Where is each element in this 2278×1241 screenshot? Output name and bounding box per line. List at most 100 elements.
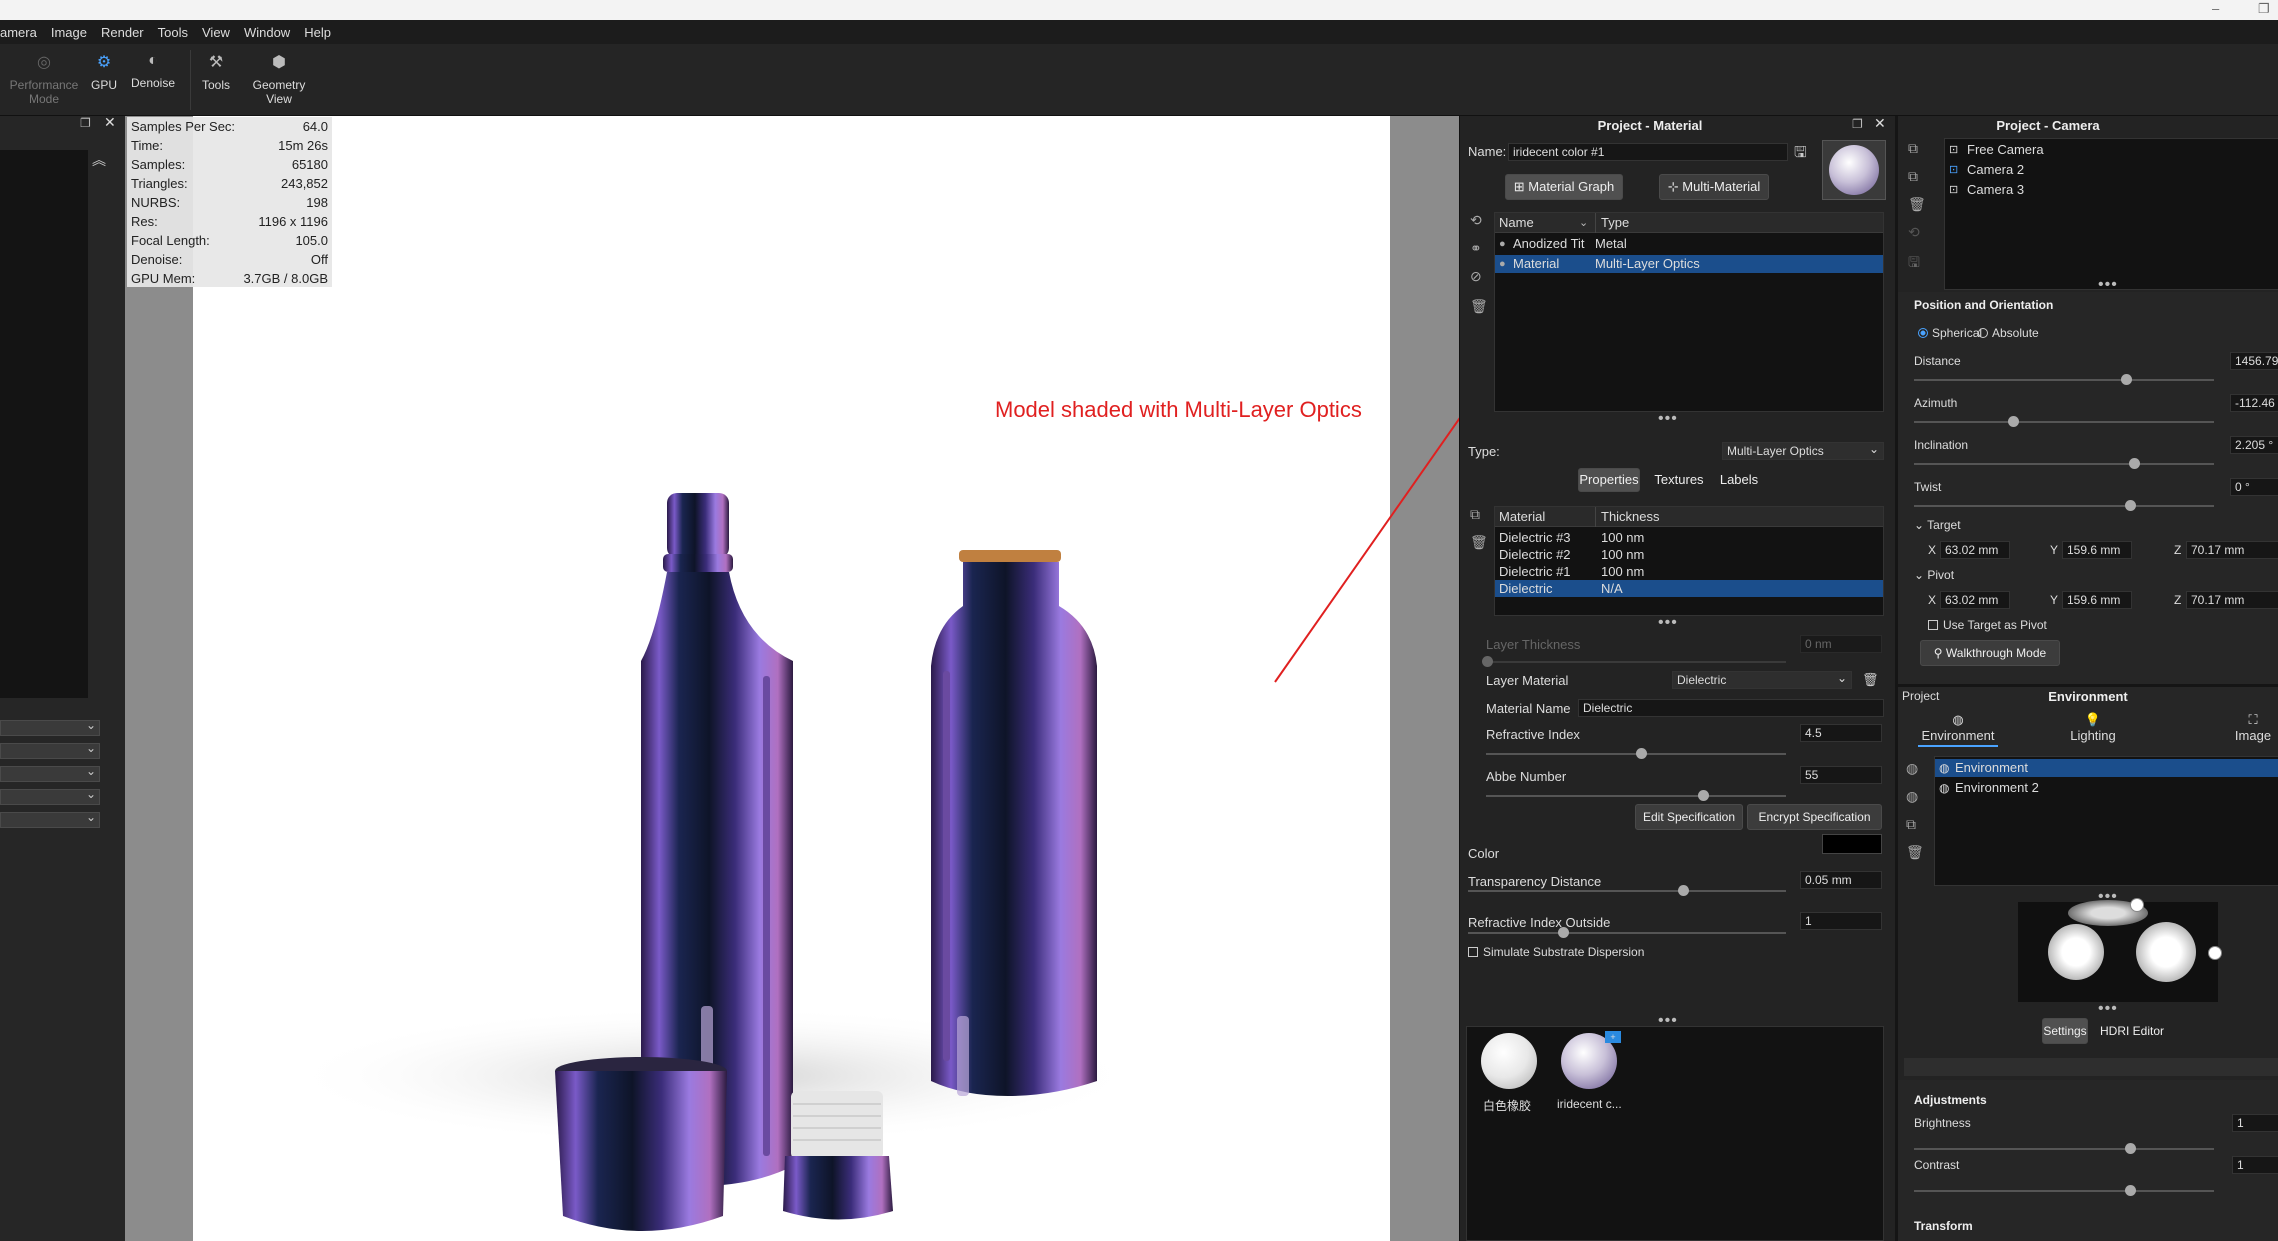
- slider-knob[interactable]: [2129, 458, 2140, 469]
- more-dots-icon[interactable]: •••: [2098, 277, 2118, 293]
- tab-image[interactable]: ⛶ Image: [2218, 712, 2278, 743]
- delete-camera-icon[interactable]: 🗑: [1908, 196, 1926, 213]
- layer-thickness-input[interactable]: 0 nm: [1800, 635, 1882, 653]
- menu-image[interactable]: Image: [51, 25, 87, 40]
- walkthrough-mode-button[interactable]: ⚲ Walkthrough Mode: [1920, 640, 2060, 666]
- refractive-index-outside-input[interactable]: 1: [1800, 912, 1882, 930]
- multi-material-button[interactable]: ⊹ Multi-Material: [1659, 174, 1769, 200]
- add-camera-icon[interactable]: ⧉: [1908, 140, 1918, 157]
- edit-specification-button[interactable]: Edit Specification: [1635, 804, 1743, 830]
- pivot-y-input[interactable]: 159.6 mm: [2062, 591, 2132, 609]
- geometry-view-button[interactable]: ⬢ Geometry View: [244, 48, 314, 106]
- restore-icon[interactable]: ❐: [2258, 1, 2270, 17]
- left-dropdown-3[interactable]: [0, 764, 100, 782]
- float-icon[interactable]: ❐: [80, 116, 91, 130]
- pivot-x-input[interactable]: 63.02 mm: [1940, 591, 2010, 609]
- more-dots-icon[interactable]: •••: [1658, 411, 1678, 427]
- twist-slider[interactable]: [1914, 500, 2214, 511]
- slider-knob[interactable]: [2008, 416, 2019, 427]
- slider-knob[interactable]: [1558, 927, 1569, 938]
- close-icon[interactable]: ✕: [1874, 115, 1886, 132]
- layer-material-dropdown[interactable]: Dielectric ⌄: [1672, 671, 1852, 689]
- more-dots-icon[interactable]: •••: [1658, 615, 1678, 631]
- copy-environment-icon[interactable]: ⧉: [1906, 816, 1916, 833]
- tab-textures[interactable]: Textures: [1650, 468, 1708, 492]
- left-dropdown-5[interactable]: [0, 810, 100, 828]
- menu-camera[interactable]: amera: [0, 25, 37, 40]
- type-dropdown[interactable]: Multi-Layer Optics ⌄: [1722, 442, 1884, 460]
- denoise-button[interactable]: ◐ Denoise: [126, 48, 180, 90]
- close-icon[interactable]: ✕: [104, 114, 116, 131]
- hdri-handle[interactable]: [2208, 946, 2222, 960]
- layer-material-name-input[interactable]: Dielectric: [1578, 699, 1884, 717]
- slider-knob[interactable]: [1636, 748, 1647, 759]
- minimize-icon[interactable]: –: [2212, 1, 2219, 16]
- material-graph-button[interactable]: ⊞ Material Graph: [1505, 174, 1623, 200]
- azimuth-slider[interactable]: [1914, 416, 2214, 427]
- abbe-number-slider[interactable]: [1486, 790, 1786, 801]
- tab-properties[interactable]: Properties: [1578, 468, 1640, 492]
- brightness-slider[interactable]: [1914, 1143, 2214, 1154]
- distance-slider[interactable]: [1914, 374, 2214, 385]
- tools-button[interactable]: ⚒ Tools: [196, 48, 236, 92]
- menu-tools[interactable]: Tools: [158, 25, 188, 40]
- layer-row-selected[interactable]: Dielectric N/A: [1495, 580, 1883, 597]
- environment-row-selected[interactable]: ◍ Environment: [1935, 759, 2278, 777]
- camera-row[interactable]: ⊡ Camera 3: [1945, 181, 2278, 199]
- pivot-toggle[interactable]: ⌄ Pivot: [1914, 568, 1954, 582]
- name-column-header[interactable]: Name: [1499, 213, 1534, 233]
- more-dots-icon[interactable]: •••: [2098, 1001, 2118, 1017]
- more-dots-icon[interactable]: •••: [1658, 1013, 1678, 1029]
- apply-material-icon[interactable]: ⟲: [1470, 212, 1482, 229]
- type-column-header[interactable]: Type: [1601, 213, 1629, 233]
- white-rubber-swatch[interactable]: [1481, 1033, 1537, 1089]
- material-name-input[interactable]: iridecent color #1: [1508, 143, 1788, 161]
- delete-icon[interactable]: 🗑: [1862, 672, 1879, 688]
- delete-material-icon[interactable]: 🗑: [1470, 298, 1488, 315]
- slider-knob[interactable]: [2125, 500, 2136, 511]
- slider-knob[interactable]: [2121, 374, 2132, 385]
- hdri-handle[interactable]: [2130, 898, 2144, 912]
- link-material-icon[interactable]: ⚭: [1470, 240, 1482, 257]
- delete-layer-icon[interactable]: 🗑: [1470, 534, 1488, 551]
- hdri-preview[interactable]: [2018, 898, 2222, 1002]
- simulate-dispersion-checkbox[interactable]: Simulate Substrate Dispersion: [1468, 945, 1644, 959]
- add-environment-icon[interactable]: ◍: [1906, 760, 1918, 777]
- hdri-editor-tab[interactable]: HDRI Editor: [2094, 1018, 2170, 1044]
- layer-row[interactable]: Dielectric #2 100 nm: [1495, 546, 1883, 563]
- material-row[interactable]: ● Anodized Tit Metal: [1495, 235, 1883, 253]
- slider-knob[interactable]: [1698, 790, 1709, 801]
- inclination-input[interactable]: 2.205 °: [2230, 436, 2278, 454]
- layer-thickness-slider[interactable]: [1482, 656, 1786, 667]
- azimuth-input[interactable]: -112.46: [2230, 394, 2278, 412]
- target-z-input[interactable]: 70.17 mm: [2186, 541, 2278, 559]
- delete-environment-icon[interactable]: 🗑: [1906, 844, 1924, 861]
- abbe-number-input[interactable]: 55: [1800, 766, 1882, 784]
- add-layer-icon[interactable]: ⧉: [1470, 506, 1480, 523]
- brightness-input[interactable]: 1: [2232, 1114, 2278, 1132]
- thickness-column-header[interactable]: Thickness: [1601, 507, 1660, 527]
- material-column-header[interactable]: Material: [1499, 507, 1545, 527]
- menu-view[interactable]: View: [202, 25, 230, 40]
- camera-row[interactable]: ⊡ Camera 2: [1945, 161, 2278, 179]
- inclination-slider[interactable]: [1914, 458, 2214, 469]
- save-icon[interactable]: 🖫: [1794, 142, 1807, 167]
- left-dropdown-1[interactable]: [0, 718, 100, 736]
- layer-row[interactable]: Dielectric #1 100 nm: [1495, 563, 1883, 580]
- spherical-radio[interactable]: Spherical: [1918, 326, 1982, 340]
- material-preview-thumbnail[interactable]: [1822, 140, 1886, 200]
- absolute-radio[interactable]: Absolute: [1978, 326, 2039, 340]
- contrast-input[interactable]: 1: [2232, 1156, 2278, 1174]
- camera-row[interactable]: ⊡ Free Camera: [1945, 141, 2278, 159]
- color-swatch[interactable]: [1822, 834, 1882, 854]
- twist-input[interactable]: 0 °: [2230, 478, 2278, 496]
- target-x-input[interactable]: 63.02 mm: [1940, 541, 2010, 559]
- transparency-distance-slider[interactable]: [1468, 885, 1786, 896]
- duplicate-camera-icon[interactable]: ⧉: [1908, 168, 1918, 185]
- slider-knob[interactable]: [2125, 1185, 2136, 1196]
- transparency-distance-input[interactable]: 0.05 mm: [1800, 871, 1882, 889]
- collapse-up-icon[interactable]: ︽: [92, 150, 106, 170]
- left-dropdown-2[interactable]: [0, 741, 100, 759]
- target-toggle[interactable]: ⌄ Target: [1914, 518, 1961, 532]
- menu-window[interactable]: Window: [244, 25, 290, 40]
